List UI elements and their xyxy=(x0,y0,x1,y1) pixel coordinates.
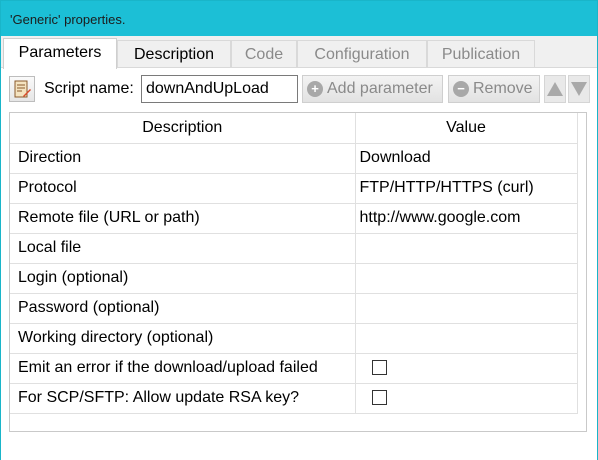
param-description: Protocol xyxy=(10,173,356,204)
table-header-row: Description Value xyxy=(10,113,578,144)
param-description: Remote file (URL or path) xyxy=(10,203,356,234)
param-value[interactable] xyxy=(355,233,578,264)
param-description: Local file xyxy=(10,233,356,264)
table-row: Protocol FTP/HTTP/HTTPS (curl) xyxy=(10,173,578,204)
param-value-cell xyxy=(355,353,578,384)
minus-circle-icon: − xyxy=(453,81,469,97)
param-description: Working directory (optional) xyxy=(10,323,356,354)
column-header-description[interactable]: Description xyxy=(10,113,356,144)
param-value[interactable] xyxy=(355,323,578,354)
tab-bar: Parameters Description Code Configuratio… xyxy=(1,38,597,69)
table-row: Working directory (optional) xyxy=(10,323,578,354)
emit-error-checkbox[interactable] xyxy=(371,360,387,376)
move-down-button[interactable] xyxy=(568,75,590,103)
param-value[interactable] xyxy=(355,263,578,294)
param-description: Direction xyxy=(10,143,356,174)
allow-rsa-update-checkbox[interactable] xyxy=(371,390,387,406)
table-row: Emit an error if the download/upload fai… xyxy=(10,353,578,384)
parameters-table: Description Value Direction Download Pro… xyxy=(10,113,578,414)
column-header-value[interactable]: Value xyxy=(355,113,578,144)
param-value[interactable] xyxy=(355,293,578,324)
table-row: Remote file (URL or path) http://www.goo… xyxy=(10,203,578,234)
param-value[interactable]: Download xyxy=(355,143,578,174)
tab-publication[interactable]: Publication xyxy=(427,40,535,68)
move-up-button[interactable] xyxy=(544,75,566,103)
tab-parameters[interactable]: Parameters xyxy=(3,38,117,69)
param-value[interactable]: FTP/HTTP/HTTPS (curl) xyxy=(355,173,578,204)
param-description: Password (optional) xyxy=(10,293,356,324)
tab-configuration[interactable]: Configuration xyxy=(297,40,427,68)
table-row: Login (optional) xyxy=(10,263,578,294)
param-value[interactable]: http://www.google.com xyxy=(355,203,578,234)
param-description: For SCP/SFTP: Allow update RSA key? xyxy=(10,383,356,414)
script-name-input[interactable] xyxy=(141,75,298,103)
parameters-grid: Description Value Direction Download Pro… xyxy=(9,112,587,432)
plus-circle-icon: + xyxy=(307,81,323,97)
table-row: Password (optional) xyxy=(10,293,578,324)
tab-description[interactable]: Description xyxy=(117,40,231,68)
arrow-up-icon xyxy=(547,82,563,96)
remove-button[interactable]: − Remove xyxy=(448,75,540,103)
table-row: Local file xyxy=(10,233,578,264)
table-row: For SCP/SFTP: Allow update RSA key? xyxy=(10,383,578,414)
toolbar: Script name: + Add parameter − Remove xyxy=(1,68,597,110)
param-description: Login (optional) xyxy=(10,263,356,294)
script-edit-icon[interactable] xyxy=(9,76,35,102)
param-description: Emit an error if the download/upload fai… xyxy=(10,353,356,384)
table-row: Direction Download xyxy=(10,143,578,174)
tab-code[interactable]: Code xyxy=(231,40,297,68)
properties-window: 'Generic' properties. Parameters Descrip… xyxy=(0,0,598,460)
parameters-panel: Script name: + Add parameter − Remove xyxy=(1,67,597,460)
window-title: 'Generic' properties. xyxy=(1,1,597,36)
add-parameter-label: Add parameter xyxy=(327,80,433,97)
remove-label: Remove xyxy=(473,80,533,97)
param-value-cell xyxy=(355,383,578,414)
arrow-down-icon xyxy=(571,82,587,96)
script-name-label: Script name: xyxy=(44,80,134,97)
add-parameter-button[interactable]: + Add parameter xyxy=(302,75,443,103)
